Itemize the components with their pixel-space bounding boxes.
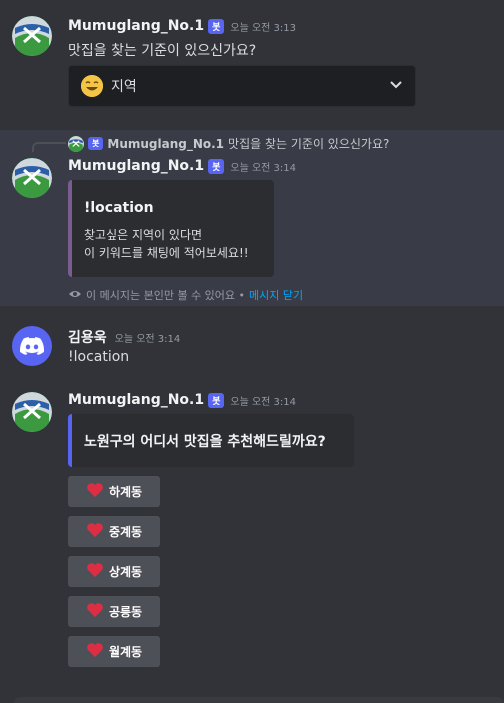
bot-tag: 봇 — [88, 137, 104, 150]
message-header: Mumuglang_No.1 봇 오늘 오전 3:13 — [68, 18, 296, 34]
embed-line-2: 이 키워드를 채팅에 적어보세요!! — [84, 246, 249, 260]
bot-avatar[interactable] — [12, 158, 52, 198]
bot-tag: 봇 — [208, 18, 225, 34]
message-header: Mumuglang_No.1 봇 오늘 오전 3:14 — [68, 392, 296, 408]
reply-reference[interactable]: 봇 Mumuglang_No.1 맛집을 찾는 기준이 있으신가요? — [68, 135, 389, 152]
select-value: 지역 — [111, 79, 137, 95]
message-header: 김용욱 오늘 오전 3:14 — [68, 327, 180, 347]
ephemeral-text: 이 메시지는 본인만 볼 수 있어요 • — [86, 289, 246, 302]
user-avatar[interactable] — [12, 326, 52, 366]
location-embed: !location 찾고싶은 지역이 있다면 이 키워드를 채팅에 적어보세요!… — [68, 180, 274, 277]
username[interactable]: Mumuglang_No.1 — [68, 392, 204, 408]
reply-connector — [32, 142, 66, 152]
message-text: !location — [68, 349, 130, 365]
heart-icon — [86, 602, 104, 621]
button-sanggye-dong[interactable]: 상계동 — [68, 556, 160, 587]
timestamp: 오늘 오전 3:14 — [114, 333, 181, 345]
embed-title: !location — [84, 200, 154, 216]
bot-avatar[interactable] — [12, 16, 52, 56]
embed-accent-bar — [68, 180, 72, 277]
username[interactable]: 김용욱 — [68, 327, 107, 347]
button-wolgye-dong[interactable]: 월계동 — [68, 636, 160, 667]
discord-logo-icon — [20, 337, 44, 355]
button-label: 월계동 — [108, 645, 143, 659]
smile-emoji-icon — [81, 75, 103, 97]
button-junggye-dong[interactable]: 중계동 — [68, 516, 160, 547]
reply-text: 맛집을 찾는 기준이 있으신가요? — [228, 137, 390, 151]
embed-accent-bar — [68, 414, 72, 467]
reply-username: Mumuglang_No.1 — [107, 136, 225, 151]
bot-tag: 봇 — [208, 158, 225, 174]
message-header: Mumuglang_No.1 봇 오늘 오전 3:14 — [68, 158, 296, 174]
username[interactable]: Mumuglang_No.1 — [68, 18, 204, 34]
timestamp: 오늘 오전 3:14 — [230, 396, 297, 408]
location-select-dropdown[interactable]: 지역 — [68, 65, 416, 107]
embed-title: 노원구의 어디서 맛집을 추천해드릴까요? — [84, 434, 326, 450]
heart-icon — [86, 522, 104, 541]
heart-icon — [86, 482, 104, 501]
button-gongneung-dong[interactable]: 공릉동 — [68, 596, 160, 627]
button-hagye-dong[interactable]: 하계동 — [68, 476, 160, 507]
bot-tag: 봇 — [208, 392, 225, 408]
message-text: 맛집을 찾는 기준이 있으신가요? — [68, 43, 257, 59]
button-label: 하계동 — [108, 485, 143, 499]
ephemeral-notice: 이 메시지는 본인만 볼 수 있어요 • 메시지 닫기 — [68, 287, 303, 303]
reply-avatar — [68, 135, 84, 152]
button-label: 공릉동 — [108, 605, 143, 619]
button-label: 중계동 — [108, 525, 143, 539]
eye-icon — [68, 289, 82, 302]
timestamp: 오늘 오전 3:13 — [230, 22, 297, 34]
bot-avatar[interactable] — [12, 392, 52, 432]
button-label: 상계동 — [108, 565, 143, 579]
chevron-down-icon — [389, 77, 403, 96]
embed-line-1: 찾고싶은 지역이 있다면 — [84, 228, 203, 242]
timestamp: 오늘 오전 3:14 — [230, 162, 297, 174]
heart-icon — [86, 642, 104, 661]
username[interactable]: Mumuglang_No.1 — [68, 158, 204, 174]
heart-icon — [86, 562, 104, 581]
embed-description: 찾고싶은 지역이 있다면 이 키워드를 채팅에 적어보세요!! — [84, 226, 249, 262]
recommend-embed: 노원구의 어디서 맛집을 추천해드릴까요? — [68, 414, 354, 467]
dismiss-message-link[interactable]: 메시지 닫기 — [249, 287, 303, 303]
message-input-edge[interactable] — [14, 697, 504, 703]
